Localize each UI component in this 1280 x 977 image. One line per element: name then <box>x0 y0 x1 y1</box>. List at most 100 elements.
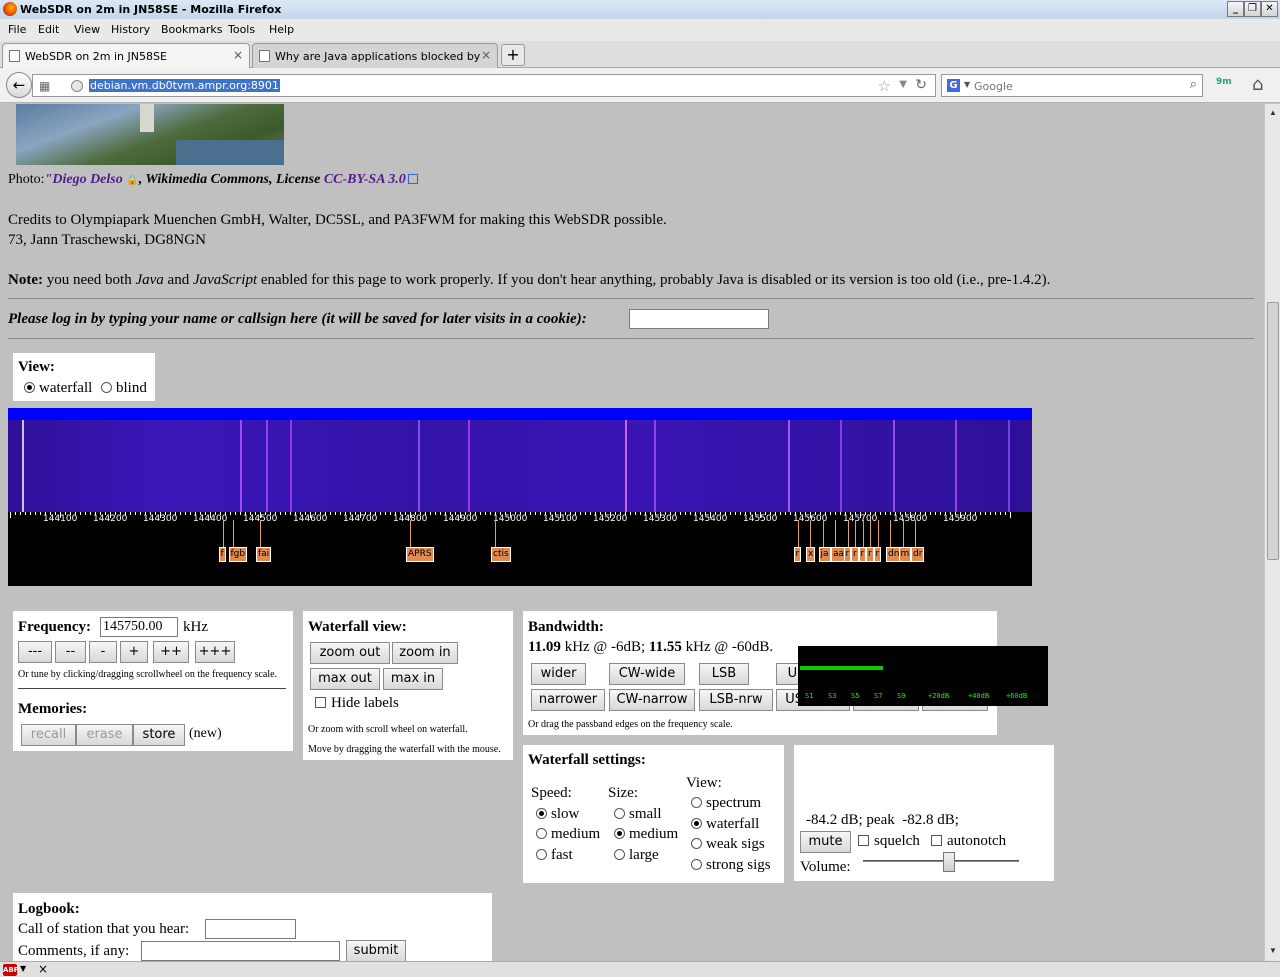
narrower-button[interactable]: narrower <box>531 689 605 711</box>
station-marker[interactable]: x <box>806 547 816 562</box>
lsb-button[interactable]: LSB <box>699 663 749 685</box>
frequency-label[interactable]: 144100 <box>43 514 77 524</box>
google-icon[interactable]: G <box>947 79 960 92</box>
menu-bookmarks[interactable]: Bookmarks <box>161 23 222 36</box>
wider-button[interactable]: wider <box>531 663 586 685</box>
frequency-label[interactable]: 144700 <box>343 514 377 524</box>
step-up-3-button[interactable]: +++ <box>195 641 235 663</box>
station-marker[interactable]: m <box>898 547 912 562</box>
zoom-in-button[interactable]: zoom in <box>392 642 458 664</box>
radio-size-small[interactable] <box>614 808 625 819</box>
step-down-3-button[interactable]: --- <box>18 641 52 663</box>
store-button[interactable]: store <box>133 724 185 746</box>
radio-waterfall[interactable] <box>24 382 35 393</box>
frequency-label[interactable]: 144900 <box>443 514 477 524</box>
speed-slow-option[interactable]: slow <box>536 806 579 823</box>
menu-tools[interactable]: Tools <box>228 23 255 36</box>
maximize-button[interactable]: ❐ <box>1244 1 1261 17</box>
back-button[interactable]: ← <box>6 72 32 98</box>
station-marker[interactable]: f <box>218 547 226 562</box>
station-marker[interactable]: fgb <box>228 547 248 562</box>
station-marker[interactable]: ja <box>818 547 831 562</box>
frequency-label[interactable]: 145400 <box>693 514 727 524</box>
url-dropdown-icon[interactable]: ▼ <box>899 79 907 90</box>
station-marker[interactable]: ctis <box>491 547 511 562</box>
minimize-button[interactable]: _ <box>1227 1 1244 17</box>
mute-button[interactable]: mute <box>800 831 851 853</box>
radio-view-waterfall[interactable] <box>691 818 702 829</box>
close-tab-icon[interactable]: × <box>481 48 491 62</box>
station-marker[interactable]: dr <box>911 547 925 562</box>
page-scrollbar[interactable]: ▲ ▼ <box>1264 104 1280 961</box>
wf-view-weak-option[interactable]: weak sigs <box>691 836 765 853</box>
step-down-1-button[interactable]: - <box>89 641 117 663</box>
addon-icon[interactable]: 9m <box>1216 77 1236 95</box>
squelch-checkbox[interactable] <box>858 835 869 846</box>
frequency-label[interactable]: 145800 <box>893 514 927 524</box>
adblock-dropdown-icon[interactable]: ▼ <box>20 964 26 973</box>
tab-java-blocked[interactable]: Why are Java applications blocked by yo.… <box>252 43 498 68</box>
photo-author-link[interactable]: "Diego Delso <box>45 172 123 187</box>
size-small-option[interactable]: small <box>614 806 662 823</box>
waterfall-display[interactable]: 144100 144200 144300 144400 144500 144600 1447… <box>8 408 1032 586</box>
step-up-2-button[interactable]: ++ <box>153 641 189 663</box>
frequency-label[interactable]: 145900 <box>943 514 977 524</box>
radio-speed-medium[interactable] <box>536 828 547 839</box>
station-marker[interactable]: r <box>793 547 802 562</box>
frequency-label[interactable]: 145100 <box>543 514 577 524</box>
url-text[interactable]: debian.vm.db0tvm.ampr.org:8901 <box>89 79 280 92</box>
tab-websdr[interactable]: WebSDR on 2m in JN58SE × <box>2 43 250 68</box>
frequency-input[interactable] <box>100 617 178 637</box>
callsign-input[interactable] <box>629 309 769 329</box>
frequency-label[interactable]: 145300 <box>643 514 677 524</box>
radio-speed-slow[interactable] <box>536 808 547 819</box>
hide-labels-option[interactable]: Hide labels <box>315 695 399 712</box>
station-marker[interactable]: fai <box>256 547 272 562</box>
station-marker[interactable]: r <box>873 547 882 562</box>
comments-input[interactable] <box>141 941 340 961</box>
hide-labels-checkbox[interactable] <box>315 697 326 708</box>
menu-view[interactable]: View <box>74 23 100 36</box>
frequency-label[interactable]: 144300 <box>143 514 177 524</box>
radio-view-strong[interactable] <box>691 859 702 870</box>
max-out-button[interactable]: max out <box>310 668 380 690</box>
license-link[interactable]: CC-BY-SA 3.0 <box>324 172 406 187</box>
size-large-option[interactable]: large <box>614 847 659 864</box>
speed-medium-option[interactable]: medium <box>536 826 600 843</box>
frequency-label[interactable]: 144600 <box>293 514 327 524</box>
radio-size-medium[interactable] <box>614 828 625 839</box>
view-waterfall-option[interactable]: waterfall <box>24 380 92 397</box>
menu-file[interactable]: File <box>8 23 26 36</box>
waterfall-canvas[interactable] <box>8 420 1032 512</box>
call-input[interactable] <box>205 919 296 939</box>
erase-button[interactable]: erase <box>76 724 133 746</box>
submit-button[interactable]: submit <box>346 940 406 961</box>
radio-blind[interactable] <box>101 382 112 393</box>
scroll-up-icon[interactable]: ▲ <box>1267 106 1279 120</box>
frequency-label[interactable]: 145000 <box>493 514 527 524</box>
waterfall-passband-bar[interactable] <box>8 408 1032 420</box>
search-icon[interactable]: ⌕ <box>1190 77 1197 92</box>
zoom-out-button[interactable]: zoom out <box>310 642 390 664</box>
station-marker[interactable]: APRS <box>406 547 434 562</box>
radio-view-spectrum[interactable] <box>691 797 702 808</box>
step-up-1-button[interactable]: + <box>120 641 148 663</box>
speed-fast-option[interactable]: fast <box>536 847 573 864</box>
autonotch-checkbox[interactable] <box>931 835 942 846</box>
close-tab-icon[interactable]: × <box>233 48 243 62</box>
new-tab-button[interactable]: + <box>501 44 525 66</box>
search-engine-dropdown-icon[interactable]: ▼ <box>964 80 970 89</box>
reload-icon[interactable]: ↻ <box>915 77 927 93</box>
bookmark-star-icon[interactable]: ☆ <box>878 77 891 95</box>
autonotch-option[interactable]: autonotch <box>931 833 1006 850</box>
menu-help[interactable]: Help <box>269 23 294 36</box>
size-medium-option[interactable]: medium <box>614 826 678 843</box>
close-window-button[interactable]: ✕ <box>1261 1 1278 17</box>
menu-edit[interactable]: Edit <box>38 23 59 36</box>
scrollbar-thumb[interactable] <box>1267 302 1279 560</box>
search-input[interactable] <box>974 78 1174 94</box>
adblock-icon[interactable]: ABP <box>3 964 19 976</box>
frequency-label[interactable]: 144200 <box>93 514 127 524</box>
step-down-2-button[interactable]: -- <box>55 641 86 663</box>
wf-view-strong-option[interactable]: strong sigs <box>691 857 771 874</box>
